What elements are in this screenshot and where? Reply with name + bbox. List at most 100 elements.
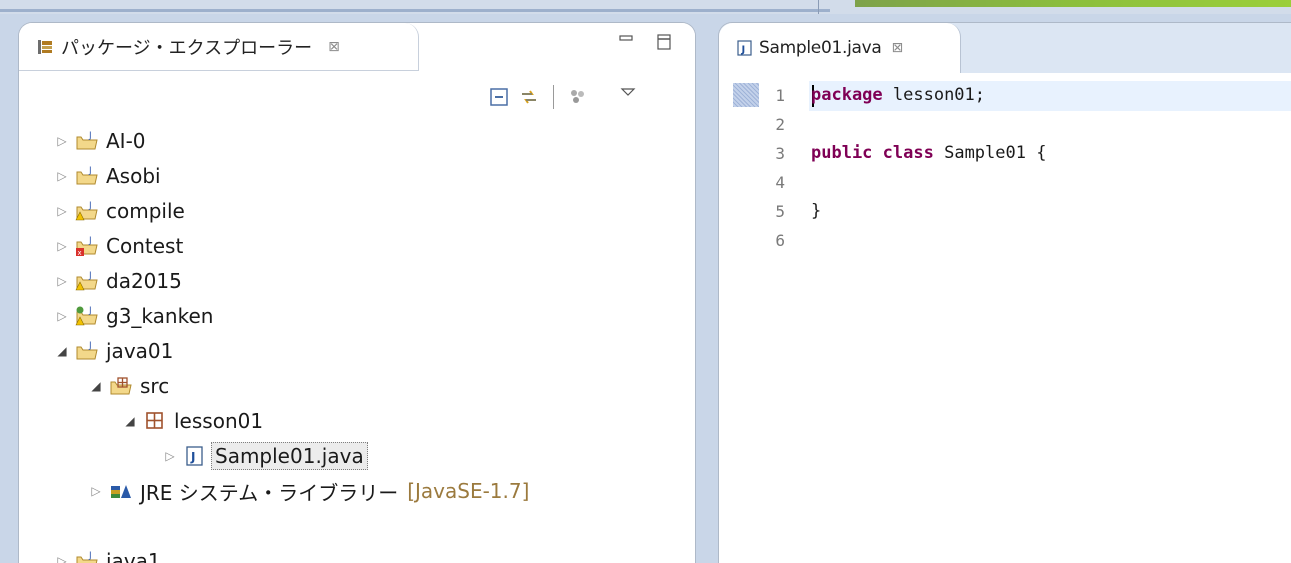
line-number: 2 [775, 115, 785, 134]
java-project-icon: J [76, 131, 98, 150]
collapse-arrow-icon[interactable]: ◢ [123, 414, 137, 428]
svg-text:J: J [741, 45, 746, 56]
tree-item[interactable]: ▷ J java1 [55, 544, 164, 563]
java-project-icon: J [76, 341, 98, 360]
keyword: package [811, 85, 883, 105]
tree-item[interactable]: ▷ J x Contest [55, 229, 186, 263]
tree-item-label: java1 [106, 549, 161, 563]
svg-text:J: J [88, 236, 92, 246]
code-text: Sample01 { [933, 143, 1047, 163]
java-file-icon: J [737, 40, 752, 56]
expand-arrow-icon[interactable]: ▷ [163, 449, 177, 463]
toolbar-separator [553, 85, 554, 109]
code-text: lesson01; [882, 85, 986, 105]
expand-arrow-icon[interactable]: ▷ [55, 239, 69, 253]
filters-icon[interactable] [568, 87, 588, 107]
tree-item[interactable]: ▷ J Asobi [55, 159, 164, 193]
tree-item[interactable]: ◢ lesson01 [123, 404, 266, 438]
svg-text:x: x [78, 249, 82, 257]
java-project-warning-icon: J [75, 271, 98, 291]
java-project-error-icon: J x [76, 236, 98, 257]
expand-arrow-icon[interactable]: ▷ [89, 484, 103, 498]
tree-item-label: Contest [106, 234, 184, 258]
tab-close-icon[interactable]: ⊠ [892, 40, 904, 56]
svg-text:J: J [88, 201, 92, 211]
view-controls [617, 33, 673, 51]
collapse-arrow-icon[interactable]: ◢ [55, 344, 69, 358]
tree-item[interactable]: ▷ J g3_kanken [55, 299, 216, 333]
tree-item-label: g3_kanken [106, 304, 214, 328]
minimize-icon[interactable] [617, 33, 635, 51]
tree-item[interactable]: ▷ JRE システム・ライブラリー [JavaSE-1.7] [89, 474, 529, 508]
java-project-warning-icon: J [75, 201, 98, 221]
tree-item-label: src [140, 374, 170, 398]
java-project-shared-icon: J [75, 306, 98, 326]
tree-item-label: Asobi [106, 164, 161, 188]
tree-item[interactable]: ▷ J da2015 [55, 264, 185, 298]
tree-item-label: Sample01.java [211, 442, 368, 470]
tree-item-selected[interactable]: ▷ J Sample01.java [163, 439, 368, 473]
perspective-bar [855, 0, 1291, 7]
package-explorer-view: パッケージ・エクスプローラー ⊠ ▷ J AI-0 ▷ J Asobi ▷ J … [18, 22, 696, 563]
tree-item-label: JRE システム・ライブラリー [140, 480, 399, 505]
collapse-all-icon[interactable] [489, 87, 509, 107]
keyword: public [811, 143, 873, 163]
java-project-icon: J [76, 166, 98, 185]
svg-text:J: J [88, 341, 92, 351]
line-number: 5 [775, 202, 785, 221]
view-toolbar [489, 85, 638, 109]
expand-arrow-icon[interactable]: ▷ [55, 134, 69, 148]
tab-sample01-java[interactable]: J Sample01.java ⊠ [719, 23, 961, 73]
window-top-strip [0, 0, 1291, 14]
view-menu-icon[interactable] [618, 83, 638, 103]
tree-item-label: da2015 [106, 269, 182, 293]
tab-label: Sample01.java [759, 38, 882, 58]
expand-arrow-icon[interactable]: ▷ [55, 274, 69, 288]
line-number: 1 [775, 86, 785, 105]
maximize-icon[interactable] [655, 33, 673, 51]
code-line: package lesson01; [811, 81, 985, 110]
svg-text:J: J [190, 450, 195, 464]
source-folder-icon [110, 377, 132, 395]
tree-item-label: AI-0 [106, 129, 146, 153]
line-number: 3 [775, 144, 785, 163]
tree-item-label: compile [106, 199, 185, 223]
tree-item[interactable]: ◢ J java01 [55, 334, 176, 368]
svg-text:J: J [88, 306, 92, 316]
java-editor-view: J Sample01.java ⊠ 1 2 3 4 5 6 package le… [718, 22, 1291, 563]
link-with-editor-icon[interactable] [519, 87, 539, 107]
library-version: [JavaSE-1.7] [407, 479, 530, 503]
svg-text:J: J [88, 166, 92, 176]
line-number: 4 [775, 173, 785, 192]
code-line: } [811, 197, 821, 226]
tree-item[interactable]: ▷ J compile [55, 194, 188, 228]
code-editor[interactable]: 1 2 3 4 5 6 package lesson01; public cla… [719, 73, 1291, 563]
tab-close-icon[interactable]: ⊠ [328, 39, 340, 55]
line-number: 6 [775, 231, 785, 250]
code-line: public class Sample01 { [811, 139, 1046, 168]
keyword: class [882, 143, 934, 163]
expand-arrow-icon[interactable]: ▷ [55, 309, 69, 323]
toolbar-separator [818, 0, 819, 14]
tree-item-label: lesson01 [174, 409, 264, 433]
svg-text:J: J [88, 551, 92, 561]
java-project-icon: J [76, 551, 98, 563]
tree-item[interactable]: ◢ src [89, 369, 172, 403]
svg-text:J: J [88, 131, 92, 141]
tab-label: パッケージ・エクスプローラー [61, 37, 313, 59]
expand-arrow-icon[interactable]: ▷ [55, 204, 69, 218]
code-text: } [811, 201, 822, 221]
package-icon [146, 412, 163, 429]
tab-package-explorer[interactable]: パッケージ・エクスプローラー ⊠ [19, 23, 419, 71]
expand-arrow-icon[interactable]: ▷ [55, 554, 69, 563]
expand-arrow-icon[interactable]: ▷ [55, 169, 69, 183]
svg-text:J: J [88, 271, 92, 281]
tree-item-label: java01 [106, 339, 174, 363]
java-file-icon: J [186, 446, 203, 466]
toolbar-divider [0, 9, 830, 12]
tree-item[interactable]: ▷ J AI-0 [55, 124, 149, 158]
collapse-arrow-icon[interactable]: ◢ [89, 379, 103, 393]
view-tab-bar: パッケージ・エクスプローラー ⊠ [19, 23, 695, 75]
package-explorer-icon [38, 39, 52, 54]
library-icon [111, 485, 131, 498]
